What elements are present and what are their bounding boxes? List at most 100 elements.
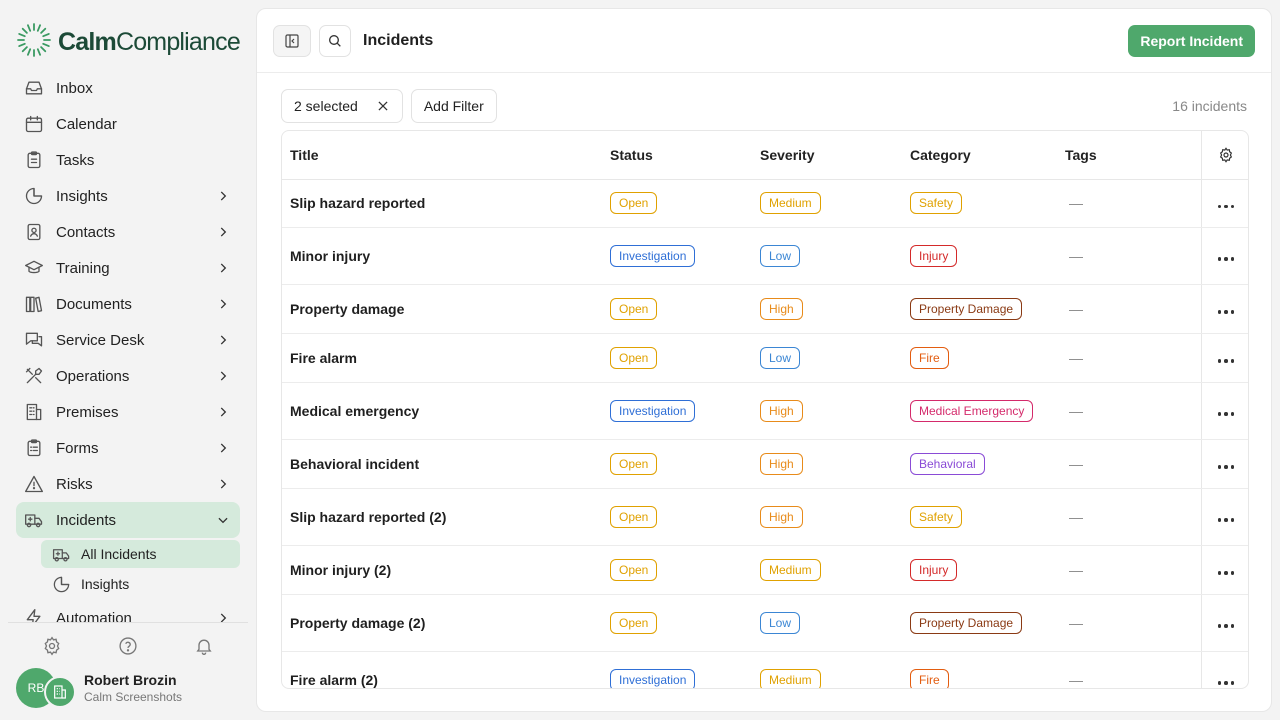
category-badge: Fire bbox=[910, 346, 949, 369]
incident-title[interactable]: Medical emergency bbox=[282, 382, 602, 440]
category-badge: Injury bbox=[910, 558, 958, 581]
row-actions-button[interactable] bbox=[1200, 227, 1248, 285]
column-header-status[interactable]: Status bbox=[602, 131, 752, 180]
severity-badge: High bbox=[760, 505, 803, 528]
sidebar-item-automation[interactable]: Automation bbox=[16, 600, 240, 622]
status-badge: Investigation bbox=[610, 244, 696, 267]
help-icon[interactable] bbox=[116, 634, 140, 658]
column-header-title[interactable]: Title bbox=[282, 131, 602, 180]
table-row[interactable]: Fire alarm (2) Investigation Medium Fire — bbox=[282, 651, 1248, 688]
table-row[interactable]: Property damage Open High Property Damage — bbox=[282, 284, 1248, 334]
category-cell: Behavioral bbox=[902, 439, 1057, 489]
tags-cell: — bbox=[1057, 179, 1201, 228]
column-header-severity[interactable]: Severity bbox=[752, 131, 902, 180]
column-header-category[interactable]: Category bbox=[902, 131, 1057, 180]
clear-selection-icon[interactable] bbox=[376, 99, 390, 113]
incident-title[interactable]: Minor injury (2) bbox=[282, 545, 602, 595]
table-row[interactable]: Slip hazard reported Open Medium Safety — bbox=[282, 179, 1248, 228]
sidebar-subitem-all-incidents[interactable]: All Incidents bbox=[41, 540, 240, 568]
chevron-right-icon bbox=[216, 477, 230, 491]
sidebar-item-contacts[interactable]: Contacts bbox=[16, 214, 240, 250]
sidebar-item-calendar[interactable]: Calendar bbox=[16, 106, 240, 142]
logo[interactable]: CalmCompliance bbox=[16, 22, 241, 63]
incident-title[interactable]: Property damage (2) bbox=[282, 594, 602, 652]
severity-badge: Medium bbox=[760, 192, 821, 214]
incident-title[interactable]: Fire alarm bbox=[282, 333, 602, 383]
tags-cell: — bbox=[1057, 382, 1201, 440]
sidebar-item-training[interactable]: Training bbox=[16, 250, 240, 286]
status-cell: Open bbox=[602, 439, 752, 489]
category-badge: Fire bbox=[910, 668, 949, 688]
sidebar-item-insights[interactable]: Insights bbox=[16, 178, 240, 214]
row-actions-button[interactable] bbox=[1200, 594, 1248, 652]
sidebar-item-operations[interactable]: Operations bbox=[16, 358, 240, 394]
sidebar-item-service-desk[interactable]: Service Desk bbox=[16, 322, 240, 358]
table-row[interactable]: Behavioral incident Open High Behavioral — bbox=[282, 439, 1248, 489]
report-incident-button[interactable]: Report Incident bbox=[1128, 24, 1255, 57]
category-cell: Safety bbox=[902, 488, 1057, 546]
row-actions-button[interactable] bbox=[1200, 382, 1248, 440]
status-badge: Open bbox=[610, 297, 658, 320]
row-actions-button[interactable] bbox=[1200, 651, 1248, 688]
toggle-sidebar-button[interactable] bbox=[273, 24, 311, 57]
table-row[interactable]: Fire alarm Open Low Fire — bbox=[282, 333, 1248, 383]
severity-badge: High bbox=[760, 452, 803, 475]
page-title: Incidents bbox=[363, 31, 434, 49]
table-row[interactable]: Medical emergency Investigation High Medica… bbox=[282, 382, 1248, 440]
row-actions-button[interactable] bbox=[1200, 545, 1248, 595]
incident-title[interactable]: Fire alarm (2) bbox=[282, 651, 602, 688]
sidebar-item-premises[interactable]: Premises bbox=[16, 394, 240, 430]
sidebar-item-incidents[interactable]: Incidents bbox=[16, 502, 240, 538]
more-horizontal-icon bbox=[1217, 412, 1234, 416]
row-actions-button[interactable] bbox=[1200, 179, 1248, 228]
search-button[interactable] bbox=[319, 24, 351, 57]
tags-cell: — bbox=[1057, 594, 1201, 652]
incident-title[interactable]: Slip hazard reported bbox=[282, 179, 602, 228]
sidebar-item-label: Tasks bbox=[56, 151, 95, 169]
row-actions-button[interactable] bbox=[1200, 284, 1248, 334]
severity-cell: Low bbox=[752, 594, 902, 652]
user-profile[interactable]: RB Robert Brozin Calm Screenshots bbox=[16, 668, 182, 708]
sidebar-item-label: Inbox bbox=[56, 79, 93, 97]
sidebar-item-risks[interactable]: Risks bbox=[16, 466, 240, 502]
row-actions-button[interactable] bbox=[1200, 488, 1248, 546]
severity-cell: Low bbox=[752, 227, 902, 285]
table-row[interactable]: Minor injury Investigation Low Injury — bbox=[282, 227, 1248, 285]
warning-triangle-icon bbox=[24, 474, 44, 494]
category-cell: Property Damage bbox=[902, 594, 1057, 652]
tags-value: — bbox=[1069, 300, 1083, 317]
incident-title[interactable]: Behavioral incident bbox=[282, 439, 602, 489]
severity-cell: Medium bbox=[752, 651, 902, 688]
bell-icon[interactable] bbox=[192, 634, 216, 658]
settings-gear-icon[interactable] bbox=[40, 634, 64, 658]
selected-filter-chip[interactable]: 2 selected bbox=[281, 89, 403, 123]
messages-icon bbox=[24, 330, 44, 350]
table-row[interactable]: Minor injury (2) Open Medium Injury — bbox=[282, 545, 1248, 595]
sidebar-item-inbox[interactable]: Inbox bbox=[16, 70, 240, 106]
category-cell: Fire bbox=[902, 651, 1057, 688]
status-badge: Open bbox=[610, 611, 658, 634]
sidebar-item-tasks[interactable]: Tasks bbox=[16, 142, 240, 178]
logo-text: CalmCompliance bbox=[58, 28, 241, 56]
incident-title[interactable]: Minor injury bbox=[282, 227, 602, 285]
table-settings-gear-icon[interactable] bbox=[1200, 131, 1248, 180]
incident-title[interactable]: Property damage bbox=[282, 284, 602, 334]
chevron-right-icon bbox=[216, 405, 230, 419]
category-badge: Property Damage bbox=[910, 297, 1023, 320]
severity-badge: Low bbox=[760, 244, 801, 267]
sidebar-subitem-insights[interactable]: Insights bbox=[41, 570, 240, 598]
incident-title[interactable]: Slip hazard reported (2) bbox=[282, 488, 602, 546]
row-actions-button[interactable] bbox=[1200, 333, 1248, 383]
sidebar-item-documents[interactable]: Documents bbox=[16, 286, 240, 322]
chevron-right-icon bbox=[216, 189, 230, 203]
column-header-tags[interactable]: Tags bbox=[1057, 131, 1201, 180]
tags-value: — bbox=[1069, 195, 1083, 211]
add-filter-button[interactable]: Add Filter bbox=[410, 89, 497, 123]
severity-cell: Low bbox=[752, 333, 902, 383]
tools-icon bbox=[24, 366, 44, 386]
sidebar-item-forms[interactable]: Forms bbox=[16, 430, 240, 466]
table-row[interactable]: Slip hazard reported (2) Open High Safety — bbox=[282, 488, 1248, 546]
filter-bar: 2 selected Add Filter 16 incidents bbox=[281, 89, 1247, 123]
table-row[interactable]: Property damage (2) Open Low Property Damag… bbox=[282, 594, 1248, 652]
row-actions-button[interactable] bbox=[1200, 439, 1248, 489]
